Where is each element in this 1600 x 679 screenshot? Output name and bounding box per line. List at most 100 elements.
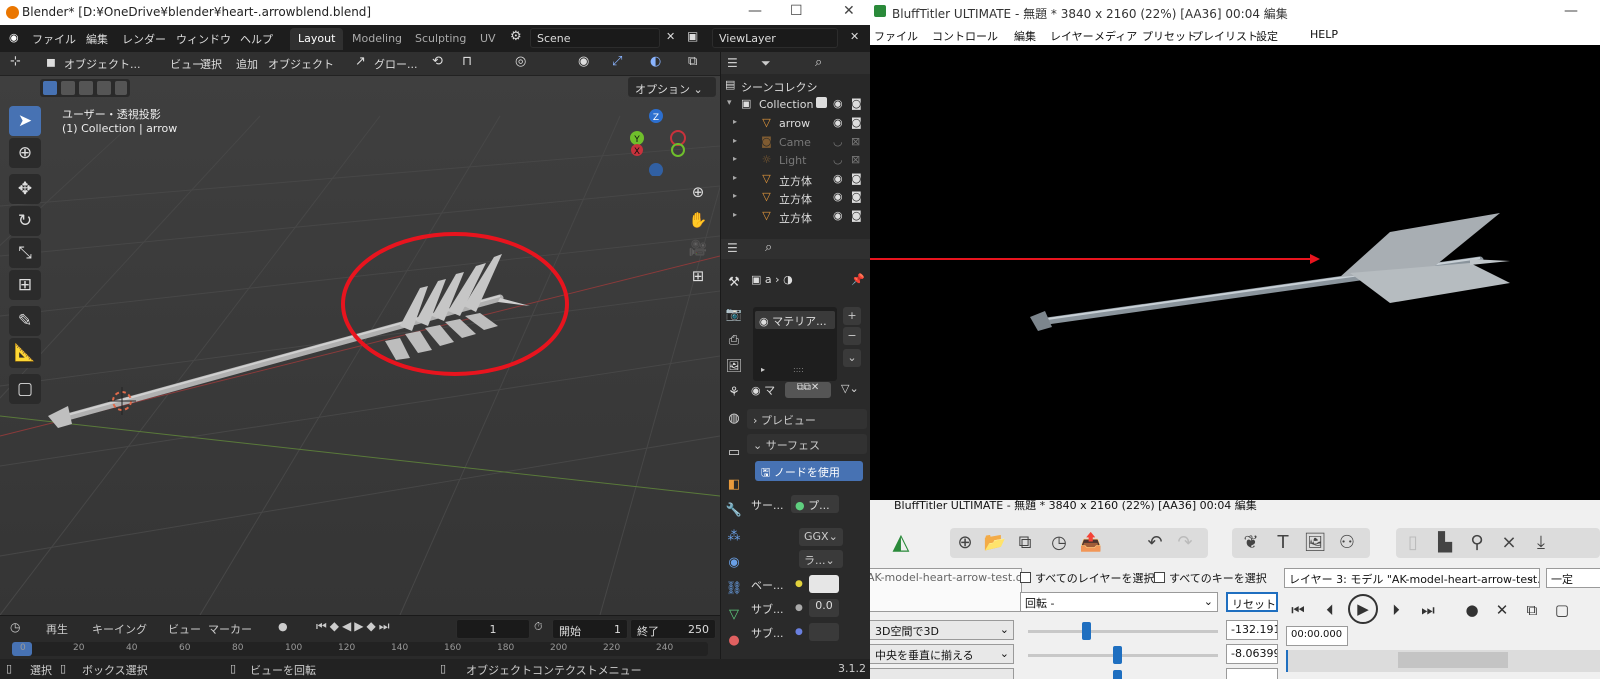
playback-controls[interactable]: ⏮◆◀▶◆⏭ [316, 619, 393, 634]
bluff-menu-item[interactable]: レイヤー [1050, 28, 1094, 44]
slider-thumb-2[interactable] [1113, 646, 1122, 664]
menu-view[interactable]: ビュー [170, 56, 203, 72]
slider-track-1[interactable] [1028, 630, 1218, 633]
list-expand-icon[interactable]: ▸ [761, 365, 765, 374]
surface-section[interactable]: ⌄ サーフェス [747, 434, 867, 454]
eye-icon[interactable]: ◉ [833, 190, 843, 203]
blufftitler-preview[interactable] [870, 45, 1600, 500]
material-slots-list[interactable]: ◉ マテリア... ▸ :::: [753, 307, 837, 381]
outliner-item[interactable]: ▸ ▽ 立方体 ◉ ◙ [721, 207, 870, 226]
modifier-tab-icon[interactable]: 🔧 [724, 501, 744, 521]
select-subtract-icon[interactable] [79, 81, 93, 95]
options-dropdown[interactable]: オプション ⌄ [628, 77, 716, 97]
select-intersect-icon[interactable] [115, 81, 127, 95]
material-slot-item[interactable]: ◉ マテリア... [755, 311, 835, 329]
eye-icon[interactable]: ◉ [833, 172, 843, 185]
menu-edit[interactable]: 編集 [86, 31, 108, 47]
render-icon[interactable]: ◙ [851, 116, 862, 129]
data-tab-icon[interactable]: ▽ [724, 605, 744, 625]
undo-icon[interactable]: ↶ [1142, 530, 1168, 556]
align-dropdown[interactable]: 中央を垂直に揃える ⌄ [870, 644, 1014, 664]
slider-thumb-1[interactable] [1082, 622, 1091, 640]
grid-view-icon[interactable]: ⊞ [684, 262, 712, 290]
frame-end-field[interactable]: 終了 250 [630, 619, 716, 639]
extra-dropdown[interactable]: 一定 [1546, 568, 1600, 588]
eye-icon[interactable]: ◉ [833, 116, 843, 129]
use-nodes-button[interactable]: 🖫 ノードを使用 [755, 461, 863, 481]
tab-layout[interactable]: Layout [290, 28, 344, 50]
outliner-collection[interactable]: ▾ ▣ Collection ◉ ◙ [721, 95, 870, 114]
expand-icon[interactable]: ▸ [733, 191, 737, 200]
rotate-tool-icon[interactable]: ↻ [9, 206, 41, 236]
outliner-item[interactable]: ▸ ▽ 立方体 ◉ ◙ [721, 188, 870, 207]
minimize-icon[interactable]: — [1564, 3, 1578, 19]
viewlayer-close-icon[interactable]: ✕ [850, 30, 859, 43]
zoom-icon[interactable]: ⊕ [684, 178, 712, 206]
view-layer-tab-icon[interactable]: 🖼 [724, 357, 744, 377]
material-browse-icon[interactable]: ◉ [751, 384, 761, 397]
tool-tab-icon[interactable]: ⚒ [724, 273, 744, 293]
image-layer-icon[interactable]: 🖼 [1302, 530, 1328, 556]
outliner-item[interactable]: ▸ ▽ 立方体 ◉ ◙ [721, 170, 870, 189]
base-color-swatch[interactable] [809, 575, 839, 593]
blender-menu-logo-icon[interactable]: ◉ [9, 31, 19, 44]
render-icon[interactable]: ◙ [851, 172, 862, 185]
material-tab-icon[interactable]: ● [724, 631, 744, 651]
key-icon-5[interactable]: ⤓ [1528, 530, 1554, 556]
add-cube-tool-icon[interactable]: ▢ [9, 374, 41, 404]
subsurface-method-dropdown[interactable]: ラ...⌄ [799, 550, 843, 568]
menu-object[interactable]: オブジェクト [268, 56, 334, 72]
value-field-1[interactable]: -132.1919 [1226, 620, 1278, 640]
collection-tab-icon[interactable]: ▭ [724, 443, 744, 463]
key-icon-3[interactable]: ⚲ [1464, 530, 1490, 556]
remove-slot-button[interactable]: − [843, 327, 861, 345]
minimize-icon[interactable]: — [748, 3, 762, 19]
bluff-menu-item[interactable]: 設定 [1256, 28, 1278, 44]
mode-selector[interactable]: オブジェクト... [64, 56, 141, 72]
layer-dropdown[interactable]: レイヤー 3: モデル "AK-model-heart-arrow-test.o… [1284, 568, 1540, 588]
select-new-icon[interactable] [43, 81, 57, 95]
camera-view-icon[interactable]: 🎥 [684, 234, 712, 262]
hidden-icon[interactable]: ◡ [833, 135, 843, 148]
surface-shader-field[interactable]: ● プ... [791, 495, 839, 513]
slot-menu-icon[interactable]: ⌄ [843, 349, 861, 367]
scene-close-icon[interactable]: ✕ [666, 30, 675, 43]
outliner-item[interactable]: ▸ ☼ Light ◡ ⊠ [721, 151, 870, 170]
open-icon[interactable]: 📂 [982, 530, 1008, 556]
physics-tab-icon[interactable]: ◉ [724, 553, 744, 573]
step-back-icon[interactable]: ⏴ [1318, 598, 1342, 622]
pan-hand-icon[interactable]: ✋ [684, 206, 712, 234]
current-frame-field[interactable]: 1 [456, 619, 530, 639]
value-field-3[interactable] [1226, 668, 1278, 679]
annotate-tool-icon[interactable]: ✎ [9, 306, 41, 336]
timeline-ruler[interactable]: 0 20 40 60 80 100 120 140 160 180 200 220 240 [12, 642, 708, 656]
outliner-filter-icon[interactable]: ⏷ [761, 56, 771, 71]
eye-icon[interactable]: ◉ [833, 97, 843, 110]
scale-tool-icon[interactable]: ⤡ [9, 238, 41, 268]
material-actions[interactable]: ⧉⧉✕ [785, 382, 831, 398]
paste-key-icon[interactable]: ▢ [1550, 598, 1574, 622]
render-tab-icon[interactable]: 📷 [724, 305, 744, 325]
render-icon[interactable]: ◙ [851, 209, 862, 222]
expand-icon[interactable]: ▸ [733, 210, 737, 219]
distribution-dropdown[interactable]: GGX⌄ [799, 528, 843, 546]
select-all-keys-checkbox[interactable]: すべてのキーを選択 [1154, 570, 1267, 586]
bluff-menu-item[interactable]: メディア [1094, 28, 1137, 44]
render-icon[interactable]: ◙ [851, 97, 862, 110]
gizmo-toggle-icon[interactable]: ⤢ [612, 54, 622, 69]
select-box-tool-icon[interactable]: ➤ [9, 106, 41, 136]
particles-tab-icon[interactable]: ⁂ [724, 527, 744, 547]
pivot-icon[interactable]: ⟲ [432, 54, 443, 69]
redo-icon[interactable]: ↷ [1172, 530, 1198, 556]
bluff-menu-item[interactable]: 編集 [1014, 28, 1036, 44]
frame-start-field[interactable]: 開始 1 [552, 619, 628, 639]
time-cursor[interactable] [1286, 650, 1288, 672]
move-tool-icon[interactable]: ✥ [9, 174, 41, 204]
export-icon[interactable]: ⧉ [1012, 530, 1038, 556]
xray-icon[interactable]: ⧉ [688, 54, 697, 69]
render-icon[interactable]: ⊠ [851, 135, 860, 148]
expand-icon[interactable]: ▸ [733, 136, 737, 145]
eye-icon[interactable]: ◉ [833, 209, 843, 222]
value-field-2[interactable]: -8.063999 [1226, 644, 1278, 664]
keyframe-timeline[interactable] [1286, 650, 1600, 672]
